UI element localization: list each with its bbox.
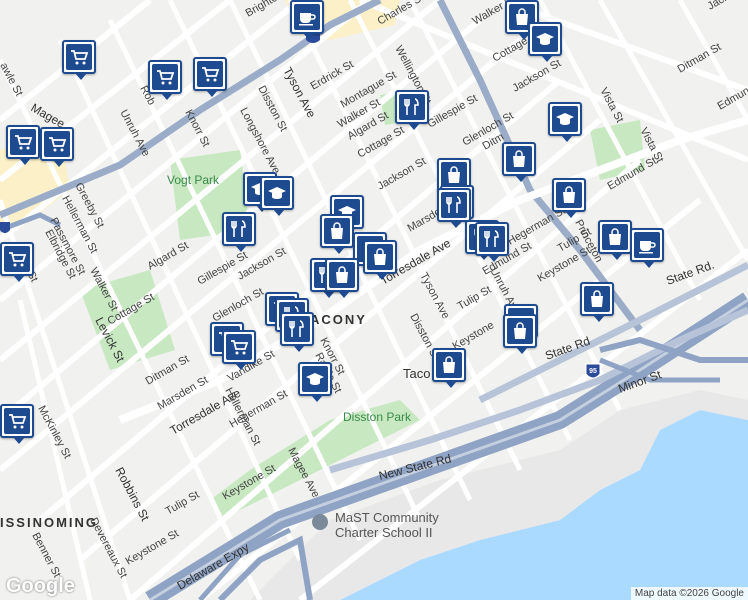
map-pin-shopping-cart-icon[interactable] — [148, 60, 182, 100]
map-pin-restaurant-icon[interactable] — [222, 212, 256, 252]
shopping-cart-icon — [44, 131, 70, 157]
map-pin-coffee-icon[interactable] — [290, 0, 324, 40]
map-pin-shopping-bag-icon[interactable] — [363, 240, 397, 280]
shopping-bag-icon — [329, 262, 355, 288]
svg-text:Taco: Taco — [403, 366, 430, 381]
restaurant-icon — [479, 226, 505, 252]
coffee-icon — [294, 4, 320, 30]
map-pin-shopping-cart-icon[interactable] — [40, 127, 74, 167]
map-pin-shopping-bag-icon[interactable] — [580, 282, 614, 322]
map-pin-school-icon[interactable] — [528, 22, 562, 62]
school-icon — [264, 180, 290, 206]
map-pin-shopping-cart-icon[interactable] — [62, 40, 96, 80]
map-canvas[interactable]: 95 Brighton St Charles St Tyson Ave Erdr… — [0, 0, 748, 600]
restaurant-icon — [399, 94, 425, 120]
shopping-cart-icon — [226, 334, 252, 360]
disston-park-label: Disston Park — [343, 410, 412, 424]
map-pin-shopping-cart-icon[interactable] — [222, 330, 256, 370]
map-pin-restaurant-icon[interactable] — [437, 188, 471, 228]
restaurant-icon — [441, 192, 467, 218]
vogt-park-label: Vogt Park — [167, 173, 220, 187]
school-icon — [552, 106, 578, 132]
map-pin-shopping-cart-icon[interactable] — [0, 404, 34, 444]
map-pin-restaurant-icon[interactable] — [395, 90, 429, 130]
shopping-bag-icon — [324, 218, 350, 244]
map-pin-shopping-cart-icon[interactable] — [6, 125, 40, 165]
map-attribution[interactable]: Map data ©2026 Google — [630, 587, 748, 600]
map-pin-restaurant-icon[interactable] — [475, 222, 509, 262]
map-pin-shopping-bag-icon[interactable] — [432, 348, 466, 388]
map-pin-shopping-bag-icon[interactable] — [320, 214, 354, 254]
map-base: 95 Brighton St Charles St Tyson Ave Erdr… — [0, 0, 748, 600]
shopping-cart-icon — [197, 61, 223, 87]
restaurant-icon — [226, 216, 252, 242]
google-logo[interactable]: Google — [6, 575, 75, 598]
map-pin-shopping-cart-icon[interactable] — [0, 242, 34, 282]
svg-text:95: 95 — [589, 368, 597, 375]
map-pin-school-icon[interactable] — [260, 176, 294, 216]
map-pin-shopping-bag-icon[interactable] — [552, 178, 586, 218]
shopping-bag-icon — [506, 146, 532, 172]
map-pin-shopping-bag-icon[interactable] — [325, 258, 359, 298]
school-label-line1: MaST Community — [335, 510, 439, 525]
map-pin-school-icon[interactable] — [548, 102, 582, 142]
school-marker-icon[interactable] — [312, 514, 328, 530]
shopping-cart-icon — [4, 408, 30, 434]
map-pin-shopping-bag-icon[interactable] — [598, 220, 632, 260]
shopping-bag-icon — [367, 244, 393, 270]
school-icon — [532, 26, 558, 52]
map-pin-shopping-cart-icon[interactable] — [193, 57, 227, 97]
shopping-cart-icon — [10, 129, 36, 155]
shopping-bag-icon — [507, 318, 533, 344]
map-pin-shopping-bag-icon[interactable] — [503, 314, 537, 354]
map-pin-school-icon[interactable] — [298, 362, 332, 402]
shopping-cart-icon — [66, 44, 92, 70]
shopping-bag-icon — [584, 286, 610, 312]
coffee-icon — [634, 232, 660, 258]
shopping-bag-icon — [602, 224, 628, 250]
map-pin-shopping-bag-icon[interactable] — [502, 142, 536, 182]
restaurant-icon — [284, 316, 310, 342]
issinoming-label: ISSINOMING — [0, 515, 98, 530]
i95-shield: 95 — [585, 363, 601, 379]
school-icon — [302, 366, 328, 392]
shopping-bag-icon — [556, 182, 582, 208]
school-label-line2: Charter School II — [335, 525, 433, 540]
shopping-cart-icon — [4, 246, 30, 272]
map-pin-coffee-icon[interactable] — [630, 228, 664, 268]
map-pin-restaurant-icon[interactable] — [280, 312, 314, 352]
shopping-bag-icon — [436, 352, 462, 378]
shopping-cart-icon — [152, 64, 178, 90]
tacony-label: ACONY — [310, 312, 367, 327]
